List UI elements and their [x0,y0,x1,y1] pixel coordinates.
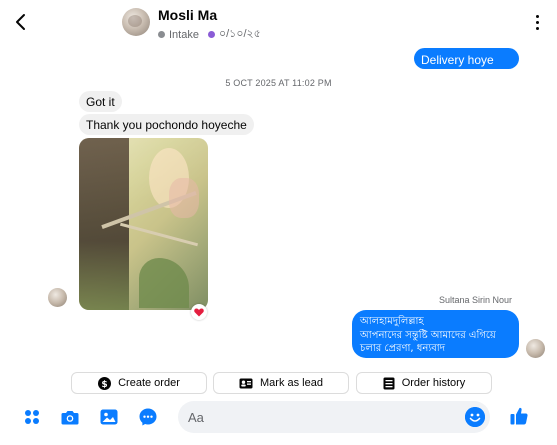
incoming-message[interactable]: Got it [79,91,122,112]
quick-actions-bar: $ Create order Mark as lead Order histor… [0,372,557,394]
camera-icon[interactable] [60,407,80,427]
message-timestamp: 5 OCT 2025 AT 11:02 PM [225,78,332,88]
outgoing-message-line: চলার প্রেরণা, ধন্যবাদ [360,343,445,354]
image-icon[interactable] [99,407,119,427]
contact-status-row: Intake ০/১০/২৫ [158,25,261,44]
tag-label[interactable]: ০/১০/২৫ [219,25,261,44]
svg-text:$: $ [101,380,107,390]
sender-name: Sultana Sirin Nour [438,295,512,305]
contact-card-icon [239,378,253,388]
create-order-button[interactable]: $ Create order [71,372,207,394]
contact-name[interactable]: Mosli Ma [158,7,217,23]
emoji-icon[interactable] [465,407,485,427]
incoming-message-text: Got it [86,95,115,109]
mark-as-lead-button[interactable]: Mark as lead [213,372,349,394]
sender-avatar-small [526,339,545,358]
incoming-message[interactable]: Thank you pochondo hoyeche [79,114,254,135]
apps-icon[interactable] [22,407,42,427]
create-order-label: Create order [118,377,180,389]
contact-avatar[interactable] [122,8,150,36]
thumbs-up-icon[interactable] [509,406,529,426]
contact-avatar-small [48,288,67,307]
message-input-box[interactable] [178,401,490,433]
outgoing-message[interactable]: আলহামদুলিল্লাহ আপনাদের সন্তুষ্টি আমাদের … [352,310,519,358]
more-options-button[interactable] [531,10,543,34]
order-history-button[interactable]: Order history [356,372,492,394]
order-history-label: Order history [401,377,466,389]
incoming-photo[interactable] [79,138,208,310]
chat-header: Mosli Ma Intake ০/১০/২৫ [0,0,557,46]
outgoing-message-line: আলহামদুলিল্লাহ [360,316,424,327]
outgoing-message-line: আপনাদের সন্তুষ্টি আমাদের এগিয়ে [360,329,496,341]
back-button[interactable] [10,10,30,34]
outgoing-message[interactable]: Delivery hoye gece. [414,48,519,83]
mark-as-lead-label: Mark as lead [260,377,323,389]
status-label[interactable]: Intake [169,29,199,41]
dollar-icon: $ [98,376,112,390]
message-list[interactable]: Delivery hoye gece. 5 OCT 2025 AT 11:02 … [0,46,557,366]
message-input[interactable] [188,407,458,427]
list-icon [383,377,395,389]
messenger-icon[interactable] [138,407,158,427]
tag-dot-icon [207,31,215,38]
status-dot-icon [158,31,165,38]
heart-reaction-icon[interactable] [191,304,207,320]
chevron-left-icon [16,14,25,30]
message-composer [0,398,557,438]
incoming-message-text: Thank you pochondo hoyeche [86,118,247,132]
